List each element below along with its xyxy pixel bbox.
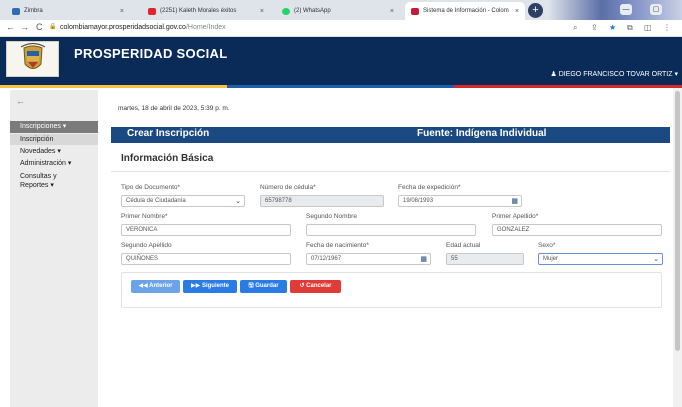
user-name: DIEGO FRANCISCO TOVAR ORTIZ (558, 71, 673, 78)
search-icon[interactable]: ⌕ (573, 23, 577, 33)
url-host: colombiamayor.prosperidadsocial.gov.co (60, 24, 186, 31)
tab-sistema[interactable]: Sistema de Información - Colom × (405, 2, 525, 20)
tab-label: Zimbra (24, 8, 43, 14)
menu-icon[interactable]: ⋮ (663, 23, 671, 32)
scrollbar-thumb[interactable] (675, 91, 680, 351)
fecha-expedicion-value: 19/08/1993 (403, 198, 434, 204)
reload-icon[interactable]: C (36, 22, 43, 32)
calendar-icon[interactable]: ▦ (420, 255, 427, 263)
segundo-nombre-label: Segundo Nombre (306, 213, 357, 220)
zimbra-icon (12, 7, 20, 15)
edad-field[interactable]: 55 (446, 253, 524, 265)
url-field[interactable]: colombiamayor.prosperidadsocial.gov.co/H… (60, 24, 226, 31)
whatsapp-icon (282, 7, 290, 15)
cedula-label: Número de cédula* (260, 184, 316, 191)
fecha-nacimiento-field[interactable]: 07/12/1967 ▦ (306, 253, 431, 265)
minimize-button[interactable]: — (620, 4, 632, 15)
chevron-down-icon: ⌄ (653, 256, 659, 263)
star-icon[interactable]: ★ (609, 23, 616, 32)
sexo-select[interactable]: Mujer ⌄ (538, 253, 663, 265)
primer-nombre-field[interactable]: VERONICA (121, 224, 291, 236)
person-icon: ♟ (550, 71, 557, 78)
app-header (0, 37, 682, 87)
current-date: martes, 18 de abril de 2023, 5:39 p. m. (118, 105, 230, 112)
tab-whatsapp[interactable]: (2) WhatsApp × (276, 2, 400, 20)
caret-down-icon: ▾ (674, 71, 678, 78)
primer-nombre-label: Primer Nombre* (121, 213, 168, 220)
cancelar-button[interactable]: ↺ Cancelar (290, 280, 341, 293)
extensions-icon[interactable]: ⧉ (627, 23, 633, 33)
new-tab-button[interactable]: + (528, 3, 543, 18)
youtube-icon (148, 7, 156, 15)
url-path: /Home/Index (185, 24, 226, 31)
fecha-expedicion-field[interactable]: 19/08/1993 ▦ (398, 195, 522, 207)
user-menu[interactable]: ♟ DIEGO FRANCISCO TOVAR ORTIZ ▾ (550, 70, 678, 78)
chevron-down-icon: ⌄ (235, 198, 241, 205)
sidebar-item-inscripcion[interactable]: Inscripción (10, 134, 98, 145)
tipo-documento-select[interactable]: Cédula de Ciudadanía ⌄ (121, 195, 245, 207)
close-icon[interactable]: × (260, 8, 264, 15)
share-icon[interactable]: ⇪ (591, 23, 598, 32)
logo (6, 41, 59, 77)
segundo-apellido-label: Segundo Apellido (121, 242, 172, 249)
sidebar-item-administracion[interactable]: Administración ▾ (10, 158, 98, 169)
lock-icon: 🔒 (49, 24, 57, 30)
split-view-icon[interactable]: ◫ (644, 23, 652, 32)
sexo-value: Mujer (543, 256, 559, 262)
fecha-nacimiento-label: Fecha de nacimiento* (306, 242, 369, 249)
band-title: Crear Inscripción (127, 128, 210, 139)
close-icon[interactable]: × (390, 8, 394, 15)
section-divider (111, 171, 670, 172)
primer-apellido-field[interactable]: GONZALEZ (492, 224, 662, 236)
anterior-button[interactable]: ◀◀ Anterior (131, 280, 180, 293)
tipo-documento-value: Cédula de Ciudadanía (126, 198, 186, 204)
forward-icon[interactable]: → (20, 22, 29, 32)
siguiente-button[interactable]: ▶▶ Siguiente (183, 280, 237, 293)
site-icon (411, 7, 419, 15)
coat-of-arms-icon (20, 42, 46, 69)
tab-label: (2) WhatsApp (294, 8, 331, 14)
tab-label: Sistema de Información - Colom (423, 8, 509, 14)
segundo-apellido-field[interactable]: QUIÑONES (121, 253, 291, 265)
guardar-button[interactable]: 🖫 Guardar (240, 280, 287, 293)
sexo-label: Sexo* (538, 242, 556, 249)
tipo-documento-label: Tipo de Documento* (121, 184, 181, 191)
close-icon[interactable]: × (515, 8, 519, 15)
section-title: Información Básica (121, 153, 214, 164)
close-icon[interactable]: × (120, 8, 124, 15)
segundo-nombre-field[interactable] (306, 224, 476, 236)
restore-button[interactable]: ▢ (650, 4, 662, 15)
sidebar-item-consultas[interactable]: Consultas y (10, 172, 98, 181)
back-icon[interactable]: ← (6, 22, 15, 32)
brand-title: PROSPERIDAD SOCIAL (74, 46, 228, 61)
edad-label: Edad actual (446, 242, 481, 249)
sidebar-item-inscripciones[interactable]: Inscripciones ▾ (10, 121, 98, 133)
cedula-field[interactable]: 65798778 (260, 195, 384, 207)
primer-apellido-label: Primer Apellido* (492, 213, 539, 220)
fecha-expedicion-label: Fecha de expedición* (398, 184, 461, 191)
sidebar-item-novedades[interactable]: Novedades ▾ (10, 146, 98, 157)
fecha-nacimiento-value: 07/12/1967 (311, 256, 342, 262)
band-source: Fuente: Indígena Individual (417, 128, 547, 139)
form-header-band: Crear Inscripción Fuente: Indígena Indiv… (111, 127, 670, 143)
calendar-icon[interactable]: ▦ (511, 197, 518, 205)
tab-zimbra[interactable]: Zimbra × (6, 2, 130, 20)
sidebar-item-reportes[interactable]: Reportes ▾ (10, 181, 98, 190)
collapse-sidebar-icon[interactable]: ← (16, 96, 25, 106)
tab-label: (2251) Kaleth Morales éxitos (160, 8, 237, 14)
tab-youtube[interactable]: (2251) Kaleth Morales éxitos × (142, 2, 270, 20)
